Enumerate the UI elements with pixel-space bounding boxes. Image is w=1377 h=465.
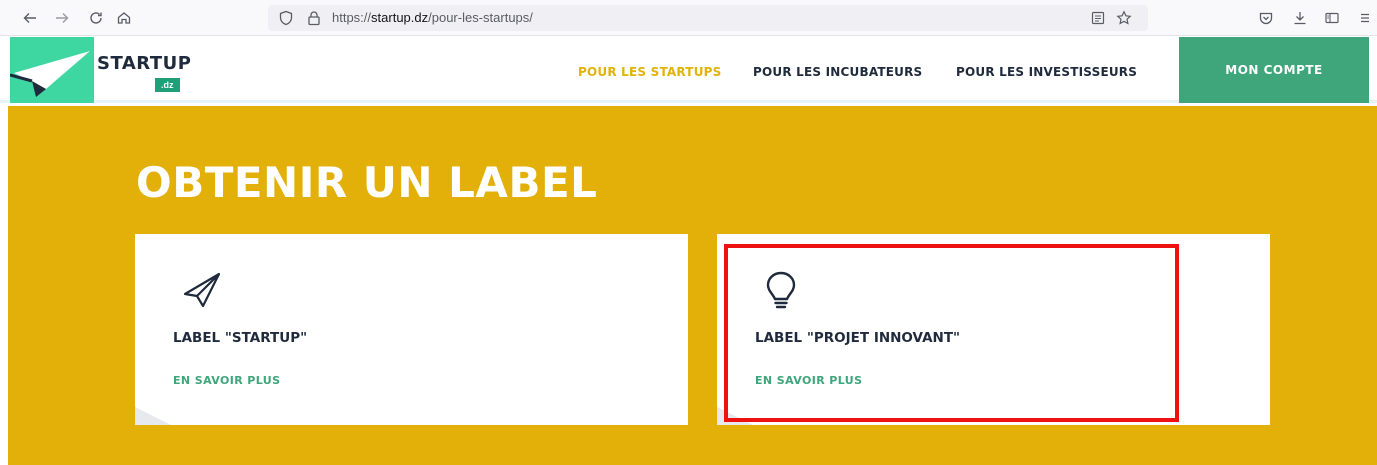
logo-suffix: .dz bbox=[155, 78, 180, 92]
browser-toolbar: https://startup.dz/pour-les-startups/ bbox=[0, 0, 1377, 36]
site-header: STARTUP .dz POUR LES STARTUPS POUR LES I… bbox=[0, 37, 1377, 103]
url-bar[interactable]: https://startup.dz/pour-les-startups/ bbox=[268, 5, 1148, 31]
logo[interactable] bbox=[9, 37, 94, 103]
download-icon[interactable] bbox=[1288, 6, 1312, 30]
en-savoir-plus-link[interactable]: EN SAVOIR PLUS bbox=[173, 374, 280, 387]
card-corner-decoration bbox=[135, 407, 171, 425]
nav-pour-les-investisseurs[interactable]: POUR LES INVESTISSEURS bbox=[956, 65, 1137, 79]
card-corner-decoration bbox=[717, 407, 753, 425]
en-savoir-plus-link[interactable]: EN SAVOIR PLUS bbox=[755, 374, 862, 387]
mon-compte-button[interactable]: MON COMPTE bbox=[1179, 37, 1369, 103]
card-title: LABEL "STARTUP" bbox=[173, 330, 308, 346]
logo-text[interactable]: STARTUP bbox=[97, 53, 191, 74]
card-title: LABEL "PROJET INNOVANT" bbox=[755, 330, 961, 346]
nav-pour-les-startups[interactable]: POUR LES STARTUPS bbox=[578, 65, 721, 79]
lightbulb-icon bbox=[764, 270, 798, 315]
pocket-icon[interactable] bbox=[1254, 6, 1278, 30]
nav-pour-les-incubateurs[interactable]: POUR LES INCUBATEURS bbox=[753, 65, 922, 79]
forward-arrow-icon[interactable] bbox=[50, 6, 74, 30]
page-title: OBTENIR UN LABEL bbox=[136, 158, 598, 207]
star-icon[interactable] bbox=[1116, 10, 1132, 26]
paper-plane-icon bbox=[182, 272, 222, 313]
lock-icon[interactable] bbox=[306, 10, 322, 26]
hero-section: OBTENIR UN LABEL LABEL "STARTUP" EN SAVO… bbox=[8, 106, 1377, 465]
home-icon[interactable] bbox=[112, 6, 136, 30]
reload-icon[interactable] bbox=[84, 6, 108, 30]
sidebar-icon[interactable] bbox=[1320, 6, 1344, 30]
mon-compte-label: MON COMPTE bbox=[1225, 63, 1323, 77]
shield-icon[interactable] bbox=[278, 10, 294, 26]
card-label-startup[interactable]: LABEL "STARTUP" EN SAVOIR PLUS bbox=[135, 234, 688, 425]
back-arrow-icon[interactable] bbox=[18, 6, 42, 30]
url-text[interactable]: https://startup.dz/pour-les-startups/ bbox=[332, 5, 533, 31]
card-label-projet-innovant[interactable]: LABEL "PROJET INNOVANT" EN SAVOIR PLUS bbox=[717, 234, 1270, 425]
reader-view-icon[interactable] bbox=[1090, 10, 1106, 26]
paper-plane-logo-icon bbox=[9, 51, 90, 97]
menu-icon[interactable] bbox=[1353, 6, 1373, 30]
